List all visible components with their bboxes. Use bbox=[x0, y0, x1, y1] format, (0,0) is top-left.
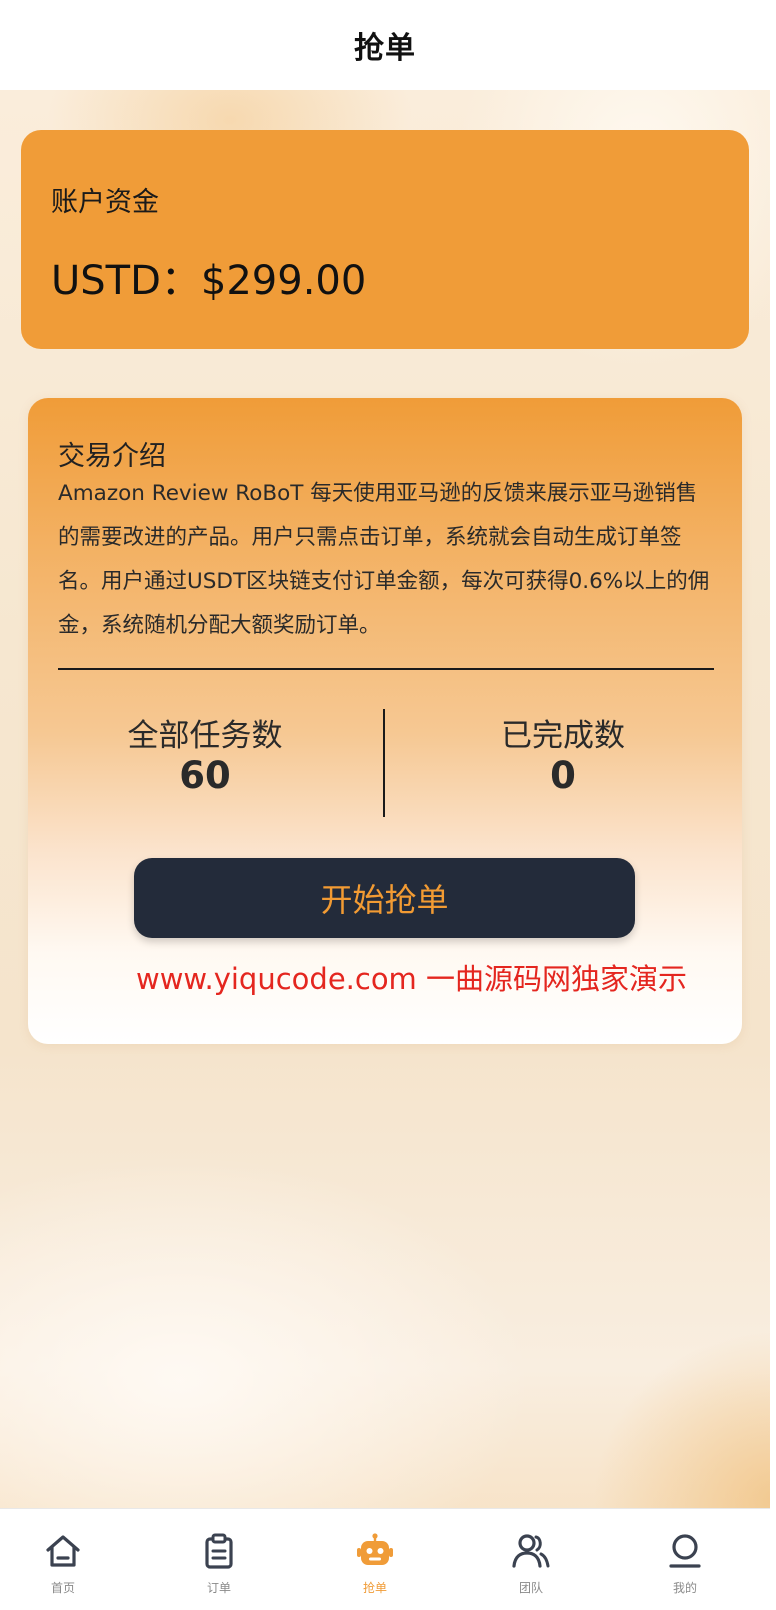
start-grab-order-button[interactable]: 开始抢单 bbox=[134, 858, 635, 938]
account-balance-card: 账户资金 USTD：$299.00 bbox=[21, 130, 749, 349]
total-tasks-value: 60 bbox=[179, 754, 231, 797]
robot-icon bbox=[357, 1533, 393, 1565]
page-title: 抢单 bbox=[354, 31, 416, 66]
tab-orders-label: 订单 bbox=[206, 1581, 231, 1595]
total-tasks-stat: 全部任务数 60 bbox=[85, 710, 325, 797]
tab-home[interactable]: 首页 bbox=[8, 1509, 118, 1610]
bottom-tab-bar: 首页 订单 抢单 团队 我的 bbox=[0, 1508, 770, 1610]
completed-tasks-stat: 已完成数 0 bbox=[443, 710, 683, 797]
right-edge-strip bbox=[770, 0, 776, 1610]
account-balance-label: 账户资金 bbox=[51, 187, 159, 218]
completed-tasks-label: 已完成数 bbox=[501, 718, 625, 754]
trade-intro-card: 交易介绍 Amazon Review RoBoT 每天使用亚马逊的反馈来展示亚马… bbox=[28, 398, 742, 1044]
tab-mine[interactable]: 我的 bbox=[630, 1509, 740, 1610]
section-divider bbox=[58, 668, 714, 670]
tab-home-label: 首页 bbox=[50, 1581, 75, 1595]
watermark-text: www.yiqucode.com 一曲源码网独家演示 bbox=[136, 962, 688, 996]
trade-intro-text: Amazon Review RoBoT 每天使用亚马逊的反馈来展示亚马逊销售的需… bbox=[58, 481, 710, 638]
completed-tasks-value: 0 bbox=[550, 754, 576, 797]
tab-grab-order[interactable]: 抢单 bbox=[320, 1509, 430, 1610]
tab-mine-label: 我的 bbox=[672, 1581, 697, 1595]
tab-team-label: 团队 bbox=[518, 1581, 543, 1595]
account-balance-amount: USTD：$299.00 bbox=[51, 258, 367, 304]
stats-divider bbox=[383, 709, 385, 817]
total-tasks-label: 全部任务数 bbox=[127, 718, 283, 754]
user-icon bbox=[669, 1534, 701, 1568]
tab-orders[interactable]: 订单 bbox=[164, 1509, 274, 1610]
app-header: 抢单 bbox=[0, 0, 770, 90]
home-icon bbox=[46, 1535, 80, 1567]
users-icon bbox=[512, 1534, 550, 1568]
tab-team[interactable]: 团队 bbox=[476, 1509, 586, 1610]
tab-grab-order-label: 抢单 bbox=[362, 1581, 387, 1595]
trade-intro-title: 交易介绍 bbox=[58, 441, 166, 472]
clipboard-icon bbox=[205, 1533, 233, 1569]
